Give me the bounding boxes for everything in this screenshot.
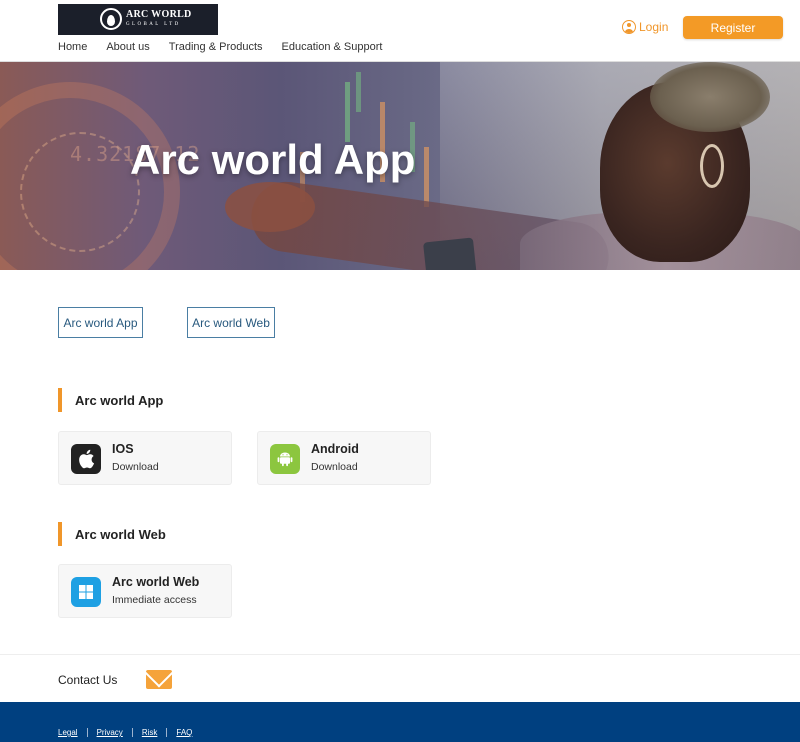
apple-icon [71, 444, 101, 474]
site-footer: Legal Privacy Risk FAQ [0, 702, 800, 742]
footer-separator [86, 728, 88, 737]
section-accent-bar [58, 522, 62, 546]
login-label: Login [639, 20, 669, 34]
nav-education-support[interactable]: Education & Support [282, 41, 383, 53]
android-card-subtitle: Download [311, 461, 358, 473]
section-title-web-text: Arc world Web [75, 526, 166, 542]
hero-phone [423, 237, 477, 270]
mail-icon[interactable] [146, 670, 172, 689]
candle-bar [356, 72, 361, 112]
user-icon [622, 20, 636, 34]
section-title-web: Arc world Web [58, 522, 166, 546]
web-access-card[interactable]: Arc world Web Immediate access [58, 564, 232, 618]
nav-home[interactable]: Home [58, 41, 87, 53]
contact-us-label[interactable]: Contact Us [58, 673, 117, 687]
tab-arc-world-web[interactable]: Arc world Web [187, 307, 275, 338]
section-title-app: Arc world App [58, 388, 163, 412]
logo-text: ARC WORLD GLOBAL LTD [126, 9, 192, 28]
logo-line-2: GLOBAL LTD [126, 22, 181, 27]
android-download-card[interactable]: Android Download [257, 431, 431, 485]
footer-separator [131, 728, 133, 737]
footer-links: Legal Privacy Risk FAQ [58, 728, 192, 737]
candle-bar [345, 82, 350, 142]
hero-title: Arc world App [130, 136, 416, 183]
login-link[interactable]: Login [622, 20, 668, 34]
candle-bar [424, 147, 429, 207]
logo-line-1: ARC WORLD [126, 9, 192, 20]
tab-arc-world-app[interactable]: Arc world App [58, 307, 143, 338]
footer-link-risk[interactable]: Risk [142, 728, 158, 737]
hero-hand [225, 182, 315, 232]
hero-earring [700, 144, 724, 188]
main-nav: Home About us Trading & Products Educati… [58, 41, 401, 53]
nav-trading-products[interactable]: Trading & Products [169, 41, 263, 53]
android-card-title: Android [311, 442, 359, 456]
arc-world-logo[interactable]: ARC WORLD GLOBAL LTD [58, 4, 218, 35]
contact-bar: Contact Us [0, 654, 800, 702]
footer-link-privacy[interactable]: Privacy [97, 728, 123, 737]
footer-link-faq[interactable]: FAQ [176, 728, 192, 737]
site-header: ARC WORLD GLOBAL LTD Home About us Tradi… [0, 0, 800, 62]
footer-link-legal[interactable]: Legal [58, 728, 78, 737]
section-accent-bar [58, 388, 62, 412]
ios-download-card[interactable]: IOS Download [58, 431, 232, 485]
footer-separator [166, 728, 168, 737]
android-icon [270, 444, 300, 474]
web-card-subtitle: Immediate access [112, 594, 197, 606]
ios-card-subtitle: Download [112, 461, 159, 473]
windows-icon [71, 577, 101, 607]
ios-card-title: IOS [112, 442, 134, 456]
hero-banner: 4.32187.12 Arc world App [0, 62, 800, 270]
section-title-app-text: Arc world App [75, 392, 164, 408]
register-button[interactable]: Register [683, 16, 783, 39]
hero-hair [650, 62, 770, 132]
logo-drop-icon [100, 8, 122, 30]
web-card-title: Arc world Web [112, 575, 200, 589]
nav-about-us[interactable]: About us [106, 41, 149, 53]
